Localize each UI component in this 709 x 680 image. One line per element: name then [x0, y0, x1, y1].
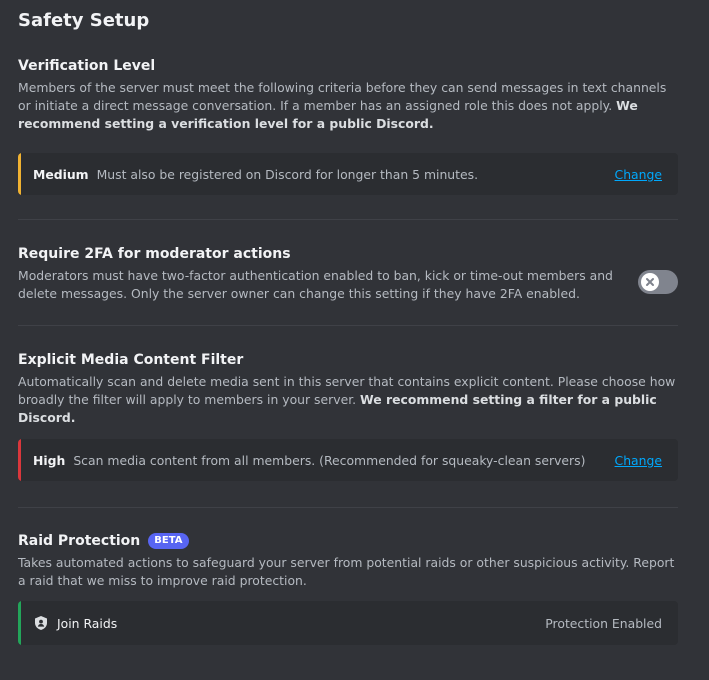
join-raids-card: Join Raids Protection Enabled	[18, 601, 678, 645]
media-filter-level-card: High Scan media content from all members…	[18, 439, 678, 481]
beta-badge: BETA	[148, 533, 189, 549]
media-filter-section: Explicit Media Content Filter Automatica…	[18, 351, 678, 481]
media-filter-heading: Explicit Media Content Filter	[18, 352, 244, 368]
verification-section: Verification Level Members of the server…	[18, 57, 678, 195]
protection-status: Protection Enabled	[545, 615, 662, 631]
page-title: Safety Setup	[18, 10, 150, 31]
toggle-knob	[641, 273, 659, 291]
shield-icon	[33, 615, 49, 631]
media-filter-level-value: High	[33, 452, 66, 468]
raid-title-row: Raid Protection BETA	[18, 532, 678, 550]
verification-change-link[interactable]: Change	[615, 167, 662, 182]
join-raids-label: Join Raids	[57, 615, 118, 631]
mfa-heading: Require 2FA for moderator actions	[18, 246, 291, 262]
verification-description-text: Members of the server must meet the foll…	[18, 80, 667, 113]
close-icon	[646, 278, 654, 286]
raid-section: Raid Protection BETA Takes automated act…	[18, 532, 678, 645]
verification-description: Members of the server must meet the foll…	[18, 79, 678, 133]
verification-heading: Verification Level	[18, 58, 156, 74]
raid-description: Takes automated actions to safeguard you…	[18, 555, 675, 588]
media-filter-change-link[interactable]: Change	[615, 453, 662, 468]
media-filter-description: Automatically scan and delete media sent…	[18, 373, 678, 427]
verification-level-card: Medium Must also be registered on Discor…	[18, 153, 678, 195]
divider	[18, 325, 678, 326]
mfa-section: Require 2FA for moderator actions Modera…	[18, 245, 678, 303]
safety-setup-page: Safety Setup Verification Level Members …	[0, 0, 709, 680]
mfa-text: Require 2FA for moderator actions Modera…	[18, 245, 638, 303]
mfa-description: Moderators must have two-factor authenti…	[18, 268, 613, 301]
mfa-toggle[interactable]	[638, 270, 678, 294]
divider	[18, 507, 678, 508]
media-filter-level-description: Scan media content from all members. (Re…	[73, 452, 586, 468]
verification-level-description: Must also be registered on Discord for l…	[96, 166, 479, 182]
divider	[18, 219, 678, 220]
raid-heading: Raid Protection	[18, 533, 141, 549]
verification-level-value: Medium	[33, 166, 89, 182]
